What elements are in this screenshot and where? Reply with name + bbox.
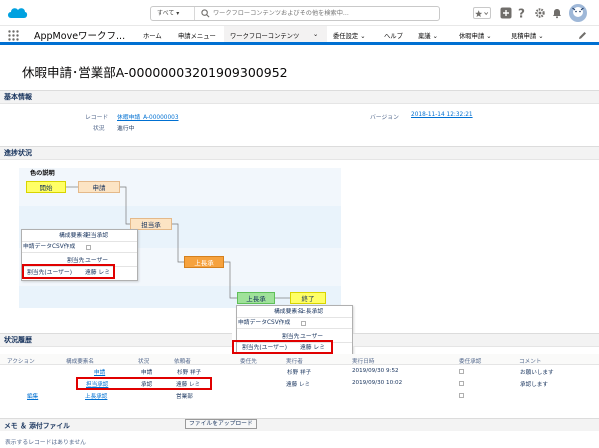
popup-csv-checkbox (86, 245, 91, 250)
col-action: アクション (7, 359, 35, 365)
search-input[interactable] (213, 7, 433, 20)
popup-name-value: 上長承認 (300, 309, 324, 315)
row2-delegate-checkbox (459, 381, 464, 386)
flow-lane-1 (19, 168, 341, 206)
avatar[interactable] (569, 4, 587, 22)
highlight-box-history-row (76, 377, 212, 390)
row1-requester: 杉野 祥子 (177, 370, 202, 376)
help-icon[interactable]: ? (516, 7, 528, 19)
status-label: 状況 (93, 126, 105, 132)
popup-row: 構成要素名 上長承認 (237, 307, 352, 318)
node-joucho[interactable]: 上長承 (184, 256, 224, 268)
favorites-star-icon[interactable] (473, 7, 491, 19)
app-name: AppMoveワークフ... (34, 31, 126, 42)
row2-comment: 承認します (520, 382, 548, 388)
nav-item-ringi[interactable]: 稟議 ⌄ (418, 31, 438, 40)
add-icon[interactable] (500, 7, 512, 19)
nav-item-leave-request[interactable]: 休暇申請 ⌄ (459, 31, 491, 40)
highlight-box-tanto-user (22, 264, 115, 279)
popup-csv-label: 申請データCSV作成 (23, 244, 76, 250)
salesforce-logo[interactable] (6, 5, 28, 21)
search-icon (201, 9, 210, 18)
row2-date: 2019/09/30 10:02 (352, 380, 403, 386)
search-scope-select[interactable]: すべて ▾ (151, 7, 195, 20)
upload-file-button[interactable]: ファイルをアップロード (185, 419, 257, 429)
page-title: 休暇申請･営業部A-00000003201909300952 (22, 65, 288, 80)
section-history-bar (353, 333, 599, 347)
popup-row: 申請データCSV作成 (237, 318, 352, 329)
global-search[interactable]: すべて ▾ (150, 6, 440, 21)
node-apply[interactable]: 申請 (78, 181, 120, 193)
row1-status: 申請 (141, 370, 153, 376)
popup-csv-checkbox (301, 321, 306, 326)
section-progress: 進捗状況 (0, 146, 599, 160)
row1-name-link[interactable]: 申請 (94, 368, 105, 376)
row1-date: 2019/09/30 9:52 (352, 368, 399, 374)
popup-row: 構成要素名 担当承認 (22, 231, 137, 242)
col-comment: コメント (519, 359, 542, 365)
popup-name-value: 担当承認 (85, 233, 109, 239)
nav-item-home[interactable]: ホーム (143, 31, 162, 40)
svg-text:?: ? (518, 7, 525, 19)
status-value: 進行中 (117, 126, 135, 132)
nav-item-apply-menu[interactable]: 申請メニュー (178, 31, 216, 40)
section-history: 状況履歴 (0, 333, 232, 347)
record-link[interactable]: 休暇申請_A-00000003 (117, 112, 179, 121)
version-label: バージョン (370, 115, 399, 121)
row1-executor: 杉野 祥子 (287, 370, 312, 376)
record-label: レコード (85, 115, 109, 121)
nav-item-workflow-chevron[interactable]: ⌄ (313, 31, 318, 38)
col-status: 状況 (138, 359, 150, 365)
section-memo: メモ ＆ 添付ファイル (4, 422, 70, 430)
version-link[interactable]: 2018-11-14 12:32:21 (411, 112, 473, 118)
nav-item-delegation[interactable]: 委任設定 ⌄ (333, 31, 365, 40)
nav-edit-pencil-icon[interactable] (578, 31, 587, 40)
nav-item-help[interactable]: ヘルプ (384, 31, 403, 40)
memo-section-bar (0, 418, 599, 431)
app-launcher-icon[interactable] (8, 30, 19, 41)
nav-item-estimate[interactable]: 見積申請 ⌄ (511, 31, 543, 40)
global-header: すべて ▾ ? (0, 0, 599, 26)
gear-icon[interactable] (534, 7, 546, 19)
node-joucho-done[interactable]: 上長承 (237, 292, 275, 304)
row3-requester: 営業部 (176, 394, 193, 400)
col-date: 実行日時 (352, 359, 375, 365)
col-delegate: 委任先 (240, 359, 257, 365)
row1-comment: お願いします (520, 370, 554, 376)
highlight-box-joucho-user (232, 340, 333, 354)
popup-csv-label: 申請データCSV作成 (238, 320, 291, 326)
row1-delegate-checkbox (459, 369, 464, 374)
row3-edit-link[interactable]: 編集 (27, 392, 38, 400)
memo-empty-text: 表示するレコードはありません (5, 440, 86, 446)
col-name: 構成要素名 (66, 359, 94, 365)
legend-title: 色の説明 (30, 170, 55, 177)
node-start[interactable]: 開始 (26, 181, 66, 193)
row3-delegate-checkbox (459, 393, 464, 398)
bell-icon[interactable] (551, 7, 563, 19)
popup-name-label: 構成要素名 (59, 233, 88, 239)
row2-executor: 遠藤 レミ (286, 382, 311, 388)
app-nav-bar: AppMoveワークフ... ホーム 申請メニュー ワークフローコンテンツ ⌄ … (0, 26, 599, 45)
col-executor: 実行者 (286, 359, 303, 365)
popup-name-label: 構成要素名 (274, 309, 303, 315)
section-basic-info: 基本情報 (0, 90, 599, 104)
nav-item-workflow-contents[interactable]: ワークフローコンテンツ (230, 31, 299, 40)
row3-name-link[interactable]: 上長承認 (85, 392, 107, 400)
col-requester: 依頼者 (174, 359, 191, 365)
node-end[interactable]: 終了 (290, 292, 326, 304)
col-delegate-approve: 委任承認 (459, 359, 482, 365)
popup-row: 申請データCSV作成 (22, 242, 137, 253)
